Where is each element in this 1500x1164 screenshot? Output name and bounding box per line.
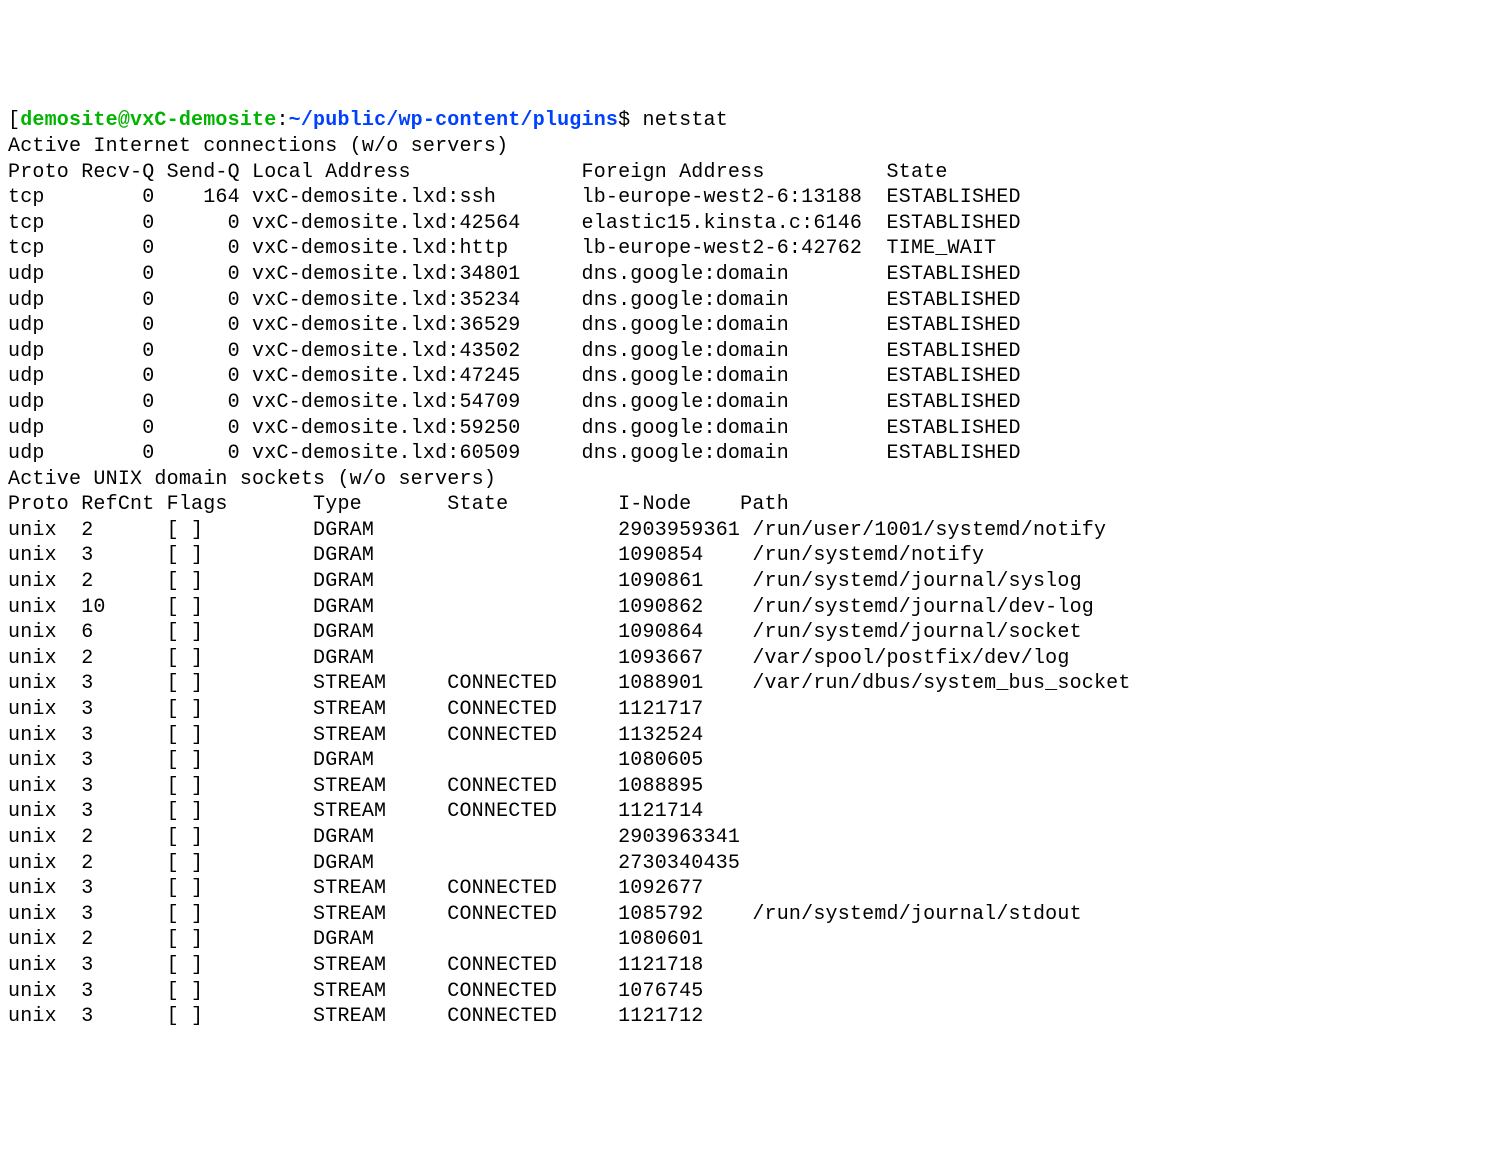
unix-header: Proto RefCnt Flags Type State I-Node Pat…: [8, 493, 789, 516]
unix-row: unix 2 [ ] DGRAM 2730340435: [8, 852, 752, 875]
unix-row: unix 3 [ ] STREAM CONNECTED 1121712: [8, 1005, 752, 1028]
unix-row: unix 2 [ ] DGRAM 2903959361 /run/user/10…: [8, 519, 1106, 542]
unix-row: unix 3 [ ] STREAM CONNECTED 1092677: [8, 877, 752, 900]
unix-row: unix 2 [ ] DGRAM 1090861 /run/systemd/jo…: [8, 570, 1082, 593]
unix-section-title: Active UNIX domain sockets (w/o servers): [8, 468, 496, 491]
prompt-user-host: demosite@vxC-demosite: [20, 109, 276, 132]
prompt-path: ~/public/wp-content/plugins: [289, 109, 618, 132]
unix-row: unix 3 [ ] STREAM CONNECTED 1076745: [8, 980, 752, 1003]
unix-row: unix 3 [ ] STREAM CONNECTED 1121717: [8, 698, 752, 721]
inet-row: udp 0 0 vxC-demosite.lxd:54709 dns.googl…: [8, 391, 1021, 414]
inet-row: tcp 0 0 vxC-demosite.lxd:http lb-europe-…: [8, 237, 996, 260]
inet-row: udp 0 0 vxC-demosite.lxd:34801 dns.googl…: [8, 263, 1021, 286]
inet-header: Proto Recv-Q Send-Q Local Address Foreig…: [8, 161, 948, 184]
inet-row: udp 0 0 vxC-demosite.lxd:60509 dns.googl…: [8, 442, 1021, 465]
prompt-dollar: $: [618, 109, 642, 132]
unix-row: unix 2 [ ] DGRAM 1093667 /var/spool/post…: [8, 647, 1070, 670]
inet-section-title: Active Internet connections (w/o servers…: [8, 135, 508, 158]
prompt-command: netstat: [643, 109, 728, 132]
unix-row: unix 3 [ ] DGRAM 1090854 /run/systemd/no…: [8, 544, 984, 567]
unix-row: unix 3 [ ] STREAM CONNECTED 1132524: [8, 724, 752, 747]
prompt-colon: :: [276, 109, 288, 132]
unix-row: unix 6 [ ] DGRAM 1090864 /run/systemd/jo…: [8, 621, 1082, 644]
unix-row: unix 3 [ ] STREAM CONNECTED 1085792 /run…: [8, 903, 1082, 926]
inet-row: udp 0 0 vxC-demosite.lxd:43502 dns.googl…: [8, 340, 1021, 363]
unix-row: unix 2 [ ] DGRAM 1080601: [8, 928, 752, 951]
unix-row: unix 3 [ ] STREAM CONNECTED 1088901 /var…: [8, 672, 1131, 695]
inet-row: udp 0 0 vxC-demosite.lxd:47245 dns.googl…: [8, 365, 1021, 388]
inet-row: udp 0 0 vxC-demosite.lxd:36529 dns.googl…: [8, 314, 1021, 337]
prompt-open-bracket: [: [8, 109, 20, 132]
unix-row: unix 3 [ ] STREAM CONNECTED 1121714: [8, 800, 752, 823]
unix-row: unix 3 [ ] DGRAM 1080605: [8, 749, 752, 772]
inet-row: tcp 0 0 vxC-demosite.lxd:42564 elastic15…: [8, 212, 1021, 235]
unix-row: unix 10 [ ] DGRAM 1090862 /run/systemd/j…: [8, 596, 1094, 619]
inet-row: udp 0 0 vxC-demosite.lxd:35234 dns.googl…: [8, 289, 1021, 312]
unix-row: unix 3 [ ] STREAM CONNECTED 1088895: [8, 775, 752, 798]
terminal-output[interactable]: [demosite@vxC-demosite:~/public/wp-conte…: [8, 108, 1492, 1029]
inet-row: tcp 0 164 vxC-demosite.lxd:ssh lb-europe…: [8, 186, 1021, 209]
unix-row: unix 2 [ ] DGRAM 2903963341: [8, 826, 752, 849]
inet-row: udp 0 0 vxC-demosite.lxd:59250 dns.googl…: [8, 417, 1021, 440]
